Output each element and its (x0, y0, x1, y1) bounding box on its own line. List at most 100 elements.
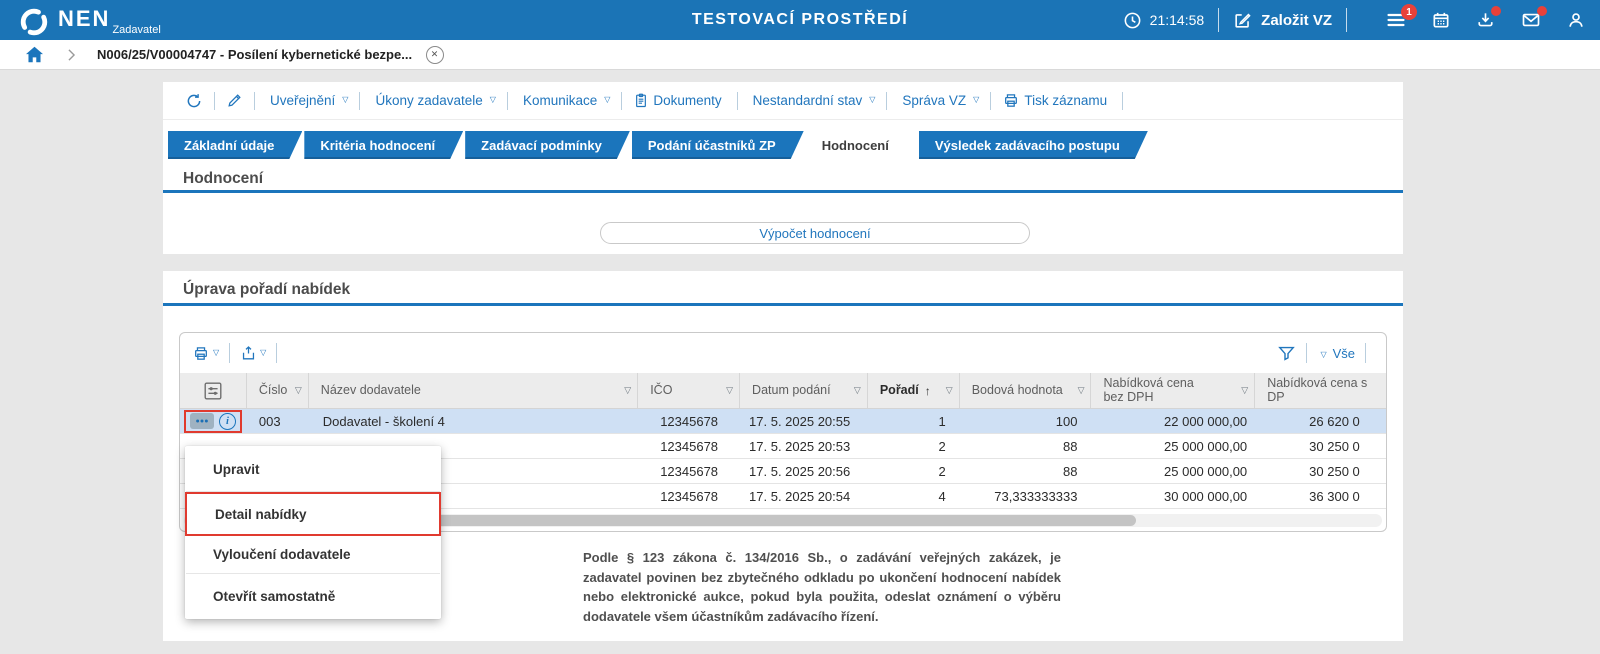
sort-icon (295, 385, 302, 396)
create-vz-button[interactable]: Založit VZ (1233, 11, 1332, 30)
divider (359, 91, 361, 110)
toolbar-dokumenty-button[interactable]: Dokumenty (633, 92, 725, 109)
filter-icon[interactable] (1277, 344, 1296, 363)
sort-icon (726, 385, 733, 396)
grid-export-button[interactable] (240, 345, 266, 362)
column-header-datum-podani[interactable]: Datum podání (740, 373, 868, 408)
sort-icon (854, 385, 861, 396)
profile-button[interactable] (1566, 10, 1586, 30)
toolbar-menu-komunikace[interactable]: Komunikace (519, 93, 610, 108)
print-record-button[interactable]: Tisk záznamu (1002, 92, 1111, 109)
dropdown-icon (1317, 346, 1326, 361)
section-rule (163, 190, 1403, 193)
cell-cena-s-dph: 26 620 0 (1309, 413, 1360, 429)
cell-cislo: 003 (258, 413, 281, 429)
calculate-evaluation-button[interactable]: Výpočet hodnocení (600, 222, 1030, 244)
menu-badge: 1 (1401, 4, 1417, 20)
main-menu-button[interactable]: 1 (1385, 4, 1417, 30)
edit-button[interactable] (226, 92, 243, 109)
menu-item-upravit[interactable]: Upravit (185, 447, 441, 491)
menu-item-detail-nabidky[interactable]: Detail nabídky (185, 492, 441, 536)
sort-icon (1241, 385, 1248, 396)
cell-poradi: 2 (938, 463, 946, 479)
column-header-bodova-hodnota[interactable]: Bodová hodnota (960, 373, 1092, 408)
column-header-cena-s-dph[interactable]: Nabídková cena s DP (1255, 373, 1386, 408)
cell-cena-bez-dph: 25 000 000,00 (1164, 438, 1248, 454)
divider (214, 91, 215, 110)
toolbar-menu-nestandardni-stav[interactable]: Nestandardní stav (749, 93, 876, 108)
downloads-notification-dot (1491, 6, 1501, 16)
calendar-button[interactable] (1431, 10, 1451, 30)
record-tabs: Základní údaje Kritéria hodnocení Zadáva… (168, 131, 1150, 159)
row-actions-annotation: i (184, 409, 242, 433)
tab-kriteria-hodnoceni[interactable]: Kritéria hodnocení (304, 131, 463, 159)
cell-cena-bez-dph: 25 000 000,00 (1164, 463, 1248, 479)
menu-item-otevrit-samostatne[interactable]: Otevřít samostatně (185, 574, 441, 618)
close-record-icon[interactable] (426, 45, 445, 64)
breadcrumb: N006/25/V00004747 - Posílení kybernetick… (0, 40, 1600, 70)
grid-toolbar: Vše (180, 333, 1386, 373)
filter-all-dropdown[interactable]: Vše (1317, 346, 1355, 361)
toolbar-menu-ukony-zadavatele[interactable]: Úkony zadavatele (371, 93, 495, 108)
table-row[interactable]: i 003 Dodavatel - školení 4 12345678 17.… (180, 409, 1386, 434)
grid-print-button[interactable] (192, 345, 219, 362)
history-back-button[interactable] (185, 92, 203, 110)
downloads-button[interactable] (1475, 6, 1501, 30)
divider (621, 91, 623, 110)
sort-ascending-icon (919, 384, 931, 398)
cell-datum: 17. 5. 2025 20:53 (749, 438, 851, 454)
sort-icon (624, 385, 631, 396)
column-settings-button[interactable] (180, 373, 247, 408)
menu-item-vylouceni-dodavatele[interactable]: Vyloučení dodavatele (185, 536, 441, 573)
divider (736, 91, 738, 110)
column-header-poradi[interactable]: Pořadí (868, 373, 960, 408)
sort-icon (1078, 385, 1085, 396)
cell-ico: 12345678 (660, 413, 719, 429)
cell-cena-s-dph: 30 250 0 (1309, 438, 1360, 454)
divider (886, 91, 888, 110)
messages-notification-dot (1537, 6, 1547, 16)
divider (1306, 343, 1308, 363)
toolbar-menu-uverejneni[interactable]: Uveřejnění (266, 93, 348, 108)
divider (229, 343, 231, 363)
row-actions-menu-button[interactable] (190, 413, 214, 429)
toolbar-menu-sprava-vz[interactable]: Správa VZ (898, 93, 979, 108)
cell-poradi: 2 (938, 438, 946, 454)
sort-icon (946, 385, 953, 396)
divider (990, 91, 992, 110)
column-header-nazev-dodavatele[interactable]: Název dodavatele (309, 373, 639, 408)
column-header-cislo[interactable]: Číslo (247, 373, 309, 408)
cell-cena-s-dph: 36 300 0 (1309, 488, 1360, 504)
divider (1122, 91, 1124, 110)
breadcrumb-title[interactable]: N006/25/V00004747 - Posílení kybernetick… (97, 47, 412, 62)
current-time: 21:14:58 (1149, 12, 1205, 28)
column-header-ico[interactable]: IČO (638, 373, 741, 408)
cell-bodova-hodnota: 88 (1062, 438, 1078, 454)
cell-datum: 17. 5. 2025 20:54 (749, 488, 851, 504)
compose-icon (1233, 11, 1252, 30)
divider (276, 343, 278, 363)
home-icon[interactable] (25, 46, 44, 63)
cell-poradi: 4 (938, 488, 946, 504)
top-bar: NEN Zadavatel TESTOVACÍ PROSTŘEDÍ 21:14:… (0, 0, 1600, 40)
info-icon[interactable]: i (219, 412, 236, 430)
tab-hodnoceni[interactable]: Hodnocení (806, 131, 917, 159)
document-icon (633, 92, 649, 109)
cell-bodova-hodnota: 88 (1062, 463, 1078, 479)
tab-podani-ucastniku-zp[interactable]: Podání účastníků ZP (632, 131, 804, 159)
legal-note: Podle § 123 zákona č. 134/2016 Sb., o za… (583, 550, 1061, 624)
section-rule (163, 303, 1403, 306)
tab-zakladni-udaje[interactable]: Základní údaje (168, 131, 302, 159)
record-section: Uveřejnění Úkony zadavatele Komunikace D… (163, 82, 1403, 254)
cell-ico: 12345678 (660, 438, 719, 454)
grid-header-row: Číslo Název dodavatele IČO Datum podání … (180, 373, 1386, 409)
tab-vysledek-zadavaciho-postupu[interactable]: Výsledek zadávacího postupu (919, 131, 1148, 159)
clock-display: 21:14:58 (1123, 11, 1205, 30)
messages-button[interactable] (1520, 6, 1547, 30)
divider (1346, 8, 1347, 32)
tab-zadavaci-podminky[interactable]: Zadávací podmínky (465, 131, 630, 159)
column-header-cena-bez-dph[interactable]: Nabídková cena bez DPH (1091, 373, 1256, 408)
create-vz-label: Založit VZ (1261, 11, 1332, 29)
cell-poradi: 1 (938, 413, 946, 429)
bid-order-title: Úprava pořadí nabídek (183, 281, 351, 298)
